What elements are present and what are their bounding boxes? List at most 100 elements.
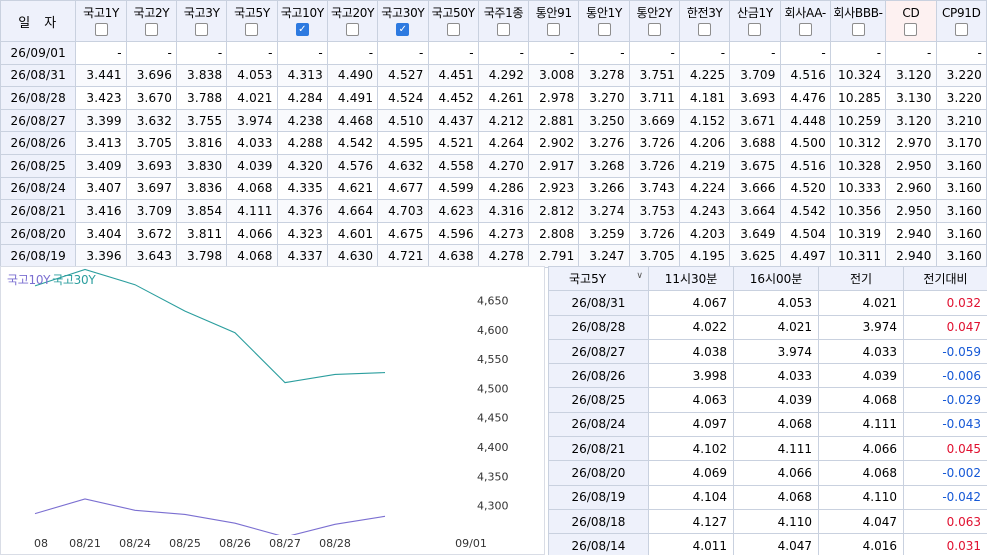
column-header[interactable]: 국고1Y xyxy=(75,0,127,42)
column-header[interactable]: 국고50Y xyxy=(427,0,479,42)
column-header[interactable]: 국고10Y ✓ xyxy=(276,0,328,42)
column-header[interactable]: CP91D xyxy=(935,0,987,42)
series-checkbox[interactable] xyxy=(597,23,611,36)
rate-cell: 4.437 xyxy=(427,108,479,133)
series-checkbox[interactable] xyxy=(904,23,918,36)
column-header[interactable]: 통안91 xyxy=(528,0,580,42)
table-row[interactable]: 26/08/20 4.069 4.066 4.068 -0.002 xyxy=(548,460,987,486)
yield-chart[interactable]: 4,650 4,600 4,550 4,500 4,450 4,400 4,350 4,300… xyxy=(1,267,546,555)
column-header[interactable]: 통안1Y xyxy=(578,0,630,42)
column-header[interactable]: 국주1종 xyxy=(477,0,530,42)
rate-cell: - xyxy=(477,41,530,65)
series-checkbox[interactable] xyxy=(346,23,360,36)
column-header[interactable]: 한전3Y xyxy=(679,0,731,42)
table-row[interactable]: 26/08/31 4.067 4.053 4.021 0.032 xyxy=(548,290,987,316)
series-checkbox[interactable] xyxy=(245,23,259,36)
rate-cell: 3.705 xyxy=(125,131,178,155)
series-checkbox[interactable] xyxy=(144,23,158,36)
table-row[interactable]: 26/08/20 3.404 3.672 3.811 4.066 4.323 4.601 4.… xyxy=(0,221,987,246)
value-diff: -0.006 xyxy=(903,363,987,389)
column-header[interactable]: 국고2Y xyxy=(125,0,178,42)
value-1130: 4.104 xyxy=(648,484,734,510)
rate-cell: 2.940 xyxy=(885,244,937,268)
column-header[interactable]: 통안2Y xyxy=(628,0,681,42)
check-icon: ✓ xyxy=(298,23,307,35)
table-row[interactable]: 26/08/25 4.063 4.039 4.068 -0.029 xyxy=(548,387,987,413)
table-row[interactable]: 26/08/21 3.416 3.709 3.854 4.111 4.376 4.664 4.… xyxy=(0,199,987,223)
table-row[interactable]: 26/08/18 4.127 4.110 4.047 0.063 xyxy=(548,508,987,535)
series-checkbox[interactable] xyxy=(954,23,968,36)
rate-cell: 4.286 xyxy=(477,176,530,201)
column-header[interactable]: 회사BBB- xyxy=(829,0,887,42)
value-diff: 0.032 xyxy=(903,290,987,316)
row-date: 26/08/21 xyxy=(0,199,77,223)
column-header[interactable]: CD xyxy=(885,0,937,42)
rate-cell: 3.811 xyxy=(176,221,228,246)
column-header-label: 국고30Y xyxy=(381,6,425,20)
column-header[interactable]: 국고20Y xyxy=(326,0,379,42)
rate-cell: 2.881 xyxy=(528,108,580,133)
compare-header-diff[interactable]: 전기대비 xyxy=(903,265,987,292)
rate-cell: 2.970 xyxy=(885,131,937,155)
rate-cell: 3.423 xyxy=(75,86,127,110)
y-tick-label: 4,650 xyxy=(477,295,509,308)
column-header[interactable]: 국고3Y xyxy=(176,0,228,42)
row-date: 26/08/19 xyxy=(548,484,649,510)
rate-cell: 3.726 xyxy=(628,153,681,178)
table-row[interactable]: 26/08/21 4.102 4.111 4.066 0.045 xyxy=(548,436,987,462)
column-header[interactable]: 산금1Y xyxy=(729,0,781,42)
table-row[interactable]: 26/08/28 3.423 3.670 3.788 4.021 4.284 4.491 4.… xyxy=(0,86,987,110)
table-row[interactable]: 26/08/19 4.104 4.068 4.110 -0.042 xyxy=(548,484,987,510)
table-row[interactable]: 26/08/27 3.399 3.632 3.755 3.974 4.238 4.468 4.… xyxy=(0,108,987,133)
series-checkbox[interactable] xyxy=(647,23,661,36)
value-prev: 4.068 xyxy=(818,387,904,413)
bond-selector-dropdown[interactable]: 국고5Y ∨ xyxy=(548,265,649,292)
rate-cell: 3.664 xyxy=(729,199,781,223)
value-1600: 4.068 xyxy=(733,411,819,438)
series-checkbox[interactable] xyxy=(496,23,510,36)
series-checkbox[interactable] xyxy=(94,23,108,36)
series-checkbox[interactable]: ✓ xyxy=(396,23,410,36)
rate-cell: 4.152 xyxy=(679,108,731,133)
column-header-label: CP91D xyxy=(941,6,981,20)
table-row[interactable]: 26/08/25 3.409 3.693 3.830 4.039 4.320 4.576 4.… xyxy=(0,153,987,178)
table-row[interactable]: 26/08/14 4.011 4.047 4.016 0.031 xyxy=(548,533,987,555)
rate-cell: 3.120 xyxy=(885,108,937,133)
value-diff: 0.063 xyxy=(903,508,987,535)
rate-cell: 4.320 xyxy=(276,153,328,178)
date-column-header[interactable]: 일자 xyxy=(0,0,77,42)
rate-cell: 4.520 xyxy=(779,176,831,201)
rate-cell: 3.170 xyxy=(935,131,987,155)
rate-cell: 4.599 xyxy=(427,176,479,201)
compare-header-1130[interactable]: 11시30분 xyxy=(648,265,734,292)
series-checkbox[interactable] xyxy=(798,23,812,36)
table-row[interactable]: 26/08/27 4.038 3.974 4.033 -0.059 xyxy=(548,338,987,365)
series-checkbox[interactable] xyxy=(851,23,865,36)
table-row[interactable]: 26/08/26 3.998 4.033 4.039 -0.006 xyxy=(548,363,987,389)
series-checkbox[interactable] xyxy=(748,23,762,36)
table-row[interactable]: 26/08/31 3.441 3.696 3.838 4.053 4.313 4.490 4.… xyxy=(0,63,987,88)
series-checkbox[interactable] xyxy=(698,23,712,36)
table-row[interactable]: 26/08/26 3.413 3.705 3.816 4.033 4.288 4.542 4.… xyxy=(0,131,987,155)
table-row[interactable]: 26/08/19 3.396 3.643 3.798 4.068 4.337 4.630 4.… xyxy=(0,244,987,268)
table-row[interactable]: 26/09/01- - - - - - - - - - - - - - - - - - xyxy=(0,41,987,65)
compare-header-1600[interactable]: 16시00분 xyxy=(733,265,819,292)
table-row[interactable]: 26/08/28 4.022 4.021 3.974 0.047 xyxy=(548,314,987,340)
series-checkbox[interactable]: ✓ xyxy=(295,23,309,36)
yield-chart-panel[interactable]: 4,650 4,600 4,550 4,500 4,450 4,400 4,350 4,300… xyxy=(0,266,545,555)
column-header[interactable]: 회사AA- xyxy=(779,0,831,42)
table-row[interactable]: 26/08/24 3.407 3.697 3.836 4.068 4.335 4.621 4.… xyxy=(0,176,987,201)
rate-cell: 4.033 xyxy=(226,131,278,155)
series-checkbox[interactable] xyxy=(195,23,209,36)
series-checkbox[interactable] xyxy=(547,23,561,36)
compare-header-prev[interactable]: 전기 xyxy=(818,265,904,292)
rate-cell: 3.688 xyxy=(729,131,781,155)
table-row[interactable]: 26/08/24 4.097 4.068 4.111 -0.043 xyxy=(548,411,987,438)
series-checkbox[interactable] xyxy=(446,23,460,36)
rate-cell: 3.693 xyxy=(729,86,781,110)
value-prev: 4.110 xyxy=(818,484,904,510)
x-tick-label: 08/24 xyxy=(119,537,151,550)
column-header[interactable]: 국고5Y xyxy=(226,0,278,42)
column-header[interactable]: 국고30Y ✓ xyxy=(377,0,429,42)
rate-cell: - xyxy=(578,41,630,65)
